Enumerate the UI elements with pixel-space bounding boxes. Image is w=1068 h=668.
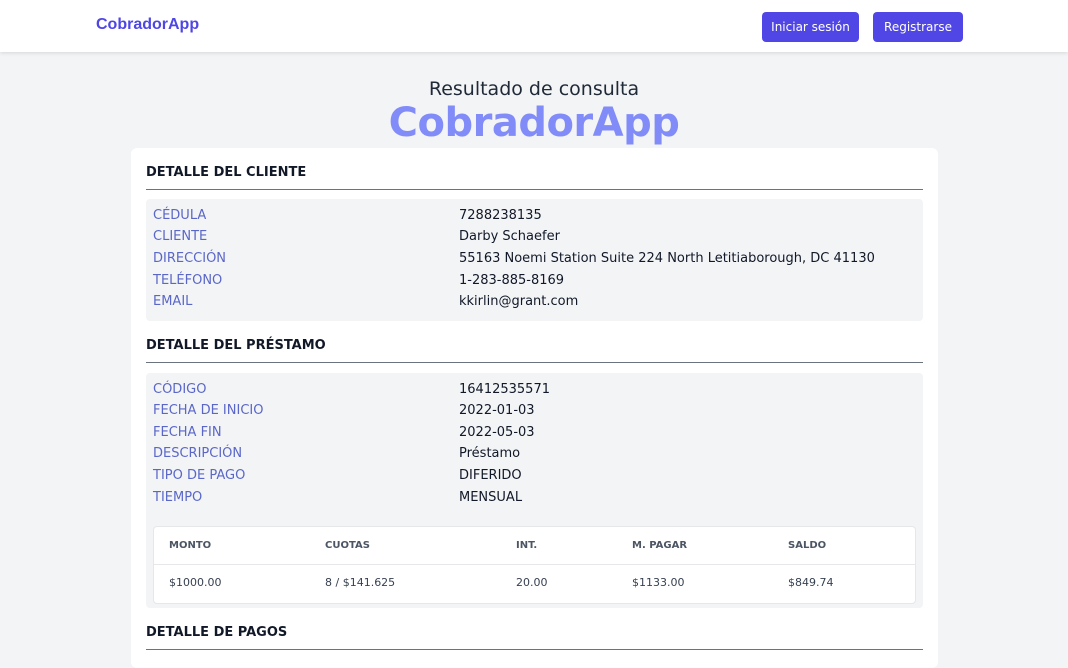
register-button[interactable]: Registrarse — [873, 12, 963, 42]
field-value: 1-283-885-8169 — [459, 273, 565, 288]
loan-section-title: DETALLE DEL PRÉSTAMO — [146, 338, 923, 363]
field-value: DIFERIDO — [459, 468, 522, 483]
field-label: TIPO DE PAGO — [153, 468, 246, 483]
table-cell-interest: 20.00 — [516, 576, 548, 589]
table-header-balance: SALDO — [788, 540, 827, 551]
table-header-installments: CUOTAS — [325, 540, 370, 551]
client-field-cedula: CÉDULA 7288238135 — [153, 208, 913, 228]
loan-details-panel: CÓDIGO 16412535571 FECHA DE INICIO 2022-… — [146, 373, 923, 608]
loan-field-start-date: FECHA DE INICIO 2022-01-03 — [153, 403, 913, 423]
loan-field-period: TIEMPO MENSUAL — [153, 490, 913, 510]
field-value: 16412535571 — [459, 382, 550, 397]
page-subtitle: Resultado de consulta — [428, 78, 640, 100]
field-label: CÉDULA — [153, 208, 207, 223]
loan-field-end-date: FECHA FIN 2022-05-03 — [153, 425, 913, 445]
client-field-address: DIRECCIÓN 55163 Noemi Station Suite 224 … — [153, 251, 913, 271]
field-label: TELÉFONO — [153, 273, 223, 288]
loan-field-code: CÓDIGO 16412535571 — [153, 382, 913, 402]
table-cell-amount: $1000.00 — [169, 576, 222, 589]
field-value: 2022-05-03 — [459, 425, 535, 440]
field-value: 2022-01-03 — [459, 403, 535, 418]
loan-summary-table: MONTO CUOTAS INT. M. PAGAR SALDO $1000.0… — [153, 526, 916, 604]
field-label: FECHA FIN — [153, 425, 222, 440]
table-cell-amount-due: $1133.00 — [632, 576, 685, 589]
field-label: CLIENTE — [153, 229, 208, 244]
table-cell-balance: $849.74 — [788, 576, 834, 589]
field-value: 55163 Noemi Station Suite 224 North Leti… — [459, 251, 875, 266]
field-label: DIRECCIÓN — [153, 251, 227, 266]
login-button[interactable]: Iniciar sesión — [762, 12, 859, 42]
field-label: DESCRIPCIÓN — [153, 446, 243, 461]
table-header-amount-due: M. PAGAR — [632, 540, 688, 551]
field-label: TIEMPO — [153, 490, 203, 505]
field-value: Préstamo — [459, 446, 521, 461]
field-label: EMAIL — [153, 294, 193, 309]
field-value: 7288238135 — [459, 208, 542, 223]
field-value: kkirlin@grant.com — [459, 294, 579, 309]
brand-logo[interactable]: CobradorApp — [96, 16, 199, 34]
field-label: FECHA DE INICIO — [153, 403, 264, 418]
client-field-email: EMAIL kkirlin@grant.com — [153, 294, 913, 314]
navbar: CobradorApp Iniciar sesión Registrarse — [0, 0, 1068, 52]
client-details-panel: CÉDULA 7288238135 CLIENTE Darby Schaefer… — [146, 199, 923, 321]
client-field-name: CLIENTE Darby Schaefer — [153, 229, 913, 249]
result-card: DETALLE DEL CLIENTE CÉDULA 7288238135 CL… — [131, 148, 938, 668]
table-header-interest: INT. — [516, 540, 538, 551]
table-cell-installments: 8 / $141.625 — [325, 576, 396, 589]
field-value: MENSUAL — [459, 490, 523, 505]
table-header-amount: MONTO — [169, 540, 212, 551]
page-title: CobradorApp — [388, 100, 680, 146]
client-section-title: DETALLE DEL CLIENTE — [146, 165, 923, 190]
loan-field-payment-type: TIPO DE PAGO DIFERIDO — [153, 468, 913, 488]
client-field-phone: TELÉFONO 1-283-885-8169 — [153, 273, 913, 293]
loan-field-description: DESCRIPCIÓN Préstamo — [153, 446, 913, 466]
table-divider — [154, 564, 915, 565]
field-label: CÓDIGO — [153, 382, 207, 397]
payments-section-title: DETALLE DE PAGOS — [146, 625, 923, 650]
field-value: Darby Schaefer — [459, 229, 560, 244]
